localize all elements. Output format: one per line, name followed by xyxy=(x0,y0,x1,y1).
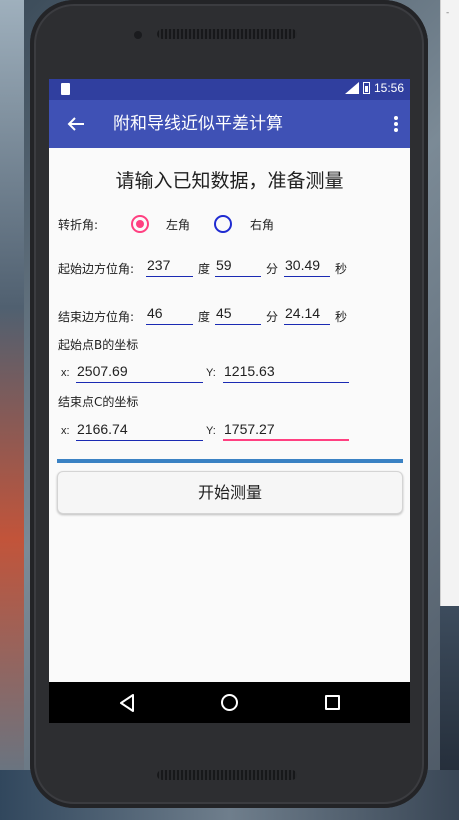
status-time: 15:56 xyxy=(373,81,404,95)
point-c-x-input[interactable]: 2166.74 xyxy=(76,419,203,441)
start-second-unit: 秒 xyxy=(335,262,348,276)
form-content: 请输入已知数据，准备测量 转折角: 左角 右角 起始边方位角: 237 度 59… xyxy=(49,148,410,682)
navigation-bar xyxy=(49,682,410,723)
point-b-x-input[interactable]: 2507.69 xyxy=(76,361,203,383)
turning-angle-label: 转折角: xyxy=(58,218,99,232)
right-angle-label[interactable]: 右角 xyxy=(250,216,274,233)
bottom-speaker-grille xyxy=(157,770,297,780)
point-c-x-label: x: xyxy=(61,425,70,437)
start-measurement-button[interactable]: 开始测量 xyxy=(57,471,403,514)
background-window-edge xyxy=(440,0,459,606)
front-camera xyxy=(134,31,142,39)
app-title: 附和导线近似平差计算 xyxy=(113,114,283,134)
nav-back-icon[interactable] xyxy=(119,694,135,712)
background-window-tick: - xyxy=(446,8,450,18)
sd-card-icon xyxy=(61,83,70,95)
nav-recents-icon[interactable] xyxy=(325,695,340,710)
status-icons: 15:56 xyxy=(344,81,404,95)
arrow-left-icon[interactable] xyxy=(65,113,87,135)
end-azimuth-degrees-input[interactable]: 46 xyxy=(146,303,193,325)
end-minute-unit: 分 xyxy=(266,310,279,324)
start-azimuth-degrees-input[interactable]: 237 xyxy=(146,255,193,277)
start-azimuth-label: 起始边方位角: xyxy=(58,262,135,276)
top-speaker-grille xyxy=(157,29,297,39)
form-heading: 请输入已知数据，准备测量 xyxy=(115,170,344,192)
end-azimuth-label: 结束边方位角: xyxy=(58,310,135,324)
start-azimuth-seconds-input[interactable]: 30.49 xyxy=(284,255,330,277)
section-divider xyxy=(57,459,403,463)
start-azimuth-minutes-input[interactable]: 59 xyxy=(215,255,261,277)
point-b-x-label: x: xyxy=(61,367,70,379)
signal-icon xyxy=(344,82,359,94)
point-c-y-label: Y: xyxy=(206,425,216,437)
end-azimuth-seconds-input[interactable]: 24.14 xyxy=(284,303,330,325)
phone-frame: 15:56 附和导线近似平差计算 请输入已知数据，准备测量 转折角: 左角 右角… xyxy=(30,0,428,808)
point-b-y-input[interactable]: 1215.63 xyxy=(223,361,349,383)
nav-home-icon[interactable] xyxy=(221,694,238,711)
right-angle-radio[interactable] xyxy=(214,215,232,233)
point-c-label: 结束点C的坐标 xyxy=(58,395,139,409)
end-degree-unit: 度 xyxy=(198,310,211,324)
more-vertical-icon[interactable] xyxy=(392,113,400,135)
phone-screen: 15:56 附和导线近似平差计算 请输入已知数据，准备测量 转折角: 左角 右角… xyxy=(49,79,410,723)
end-azimuth-minutes-input[interactable]: 45 xyxy=(215,303,261,325)
background-wallpaper-left xyxy=(0,0,24,770)
start-degree-unit: 度 xyxy=(198,262,211,276)
status-bar: 15:56 xyxy=(49,79,410,100)
left-angle-label[interactable]: 左角 xyxy=(166,216,190,233)
left-angle-radio[interactable] xyxy=(131,215,149,233)
point-b-label: 起始点B的坐标 xyxy=(58,338,139,352)
start-minute-unit: 分 xyxy=(266,262,279,276)
point-b-y-label: Y: xyxy=(206,367,216,379)
app-toolbar: 附和导线近似平差计算 xyxy=(49,100,410,148)
point-c-y-input[interactable]: 1757.27 xyxy=(223,419,349,441)
end-second-unit: 秒 xyxy=(335,310,348,324)
battery-icon xyxy=(362,82,370,94)
